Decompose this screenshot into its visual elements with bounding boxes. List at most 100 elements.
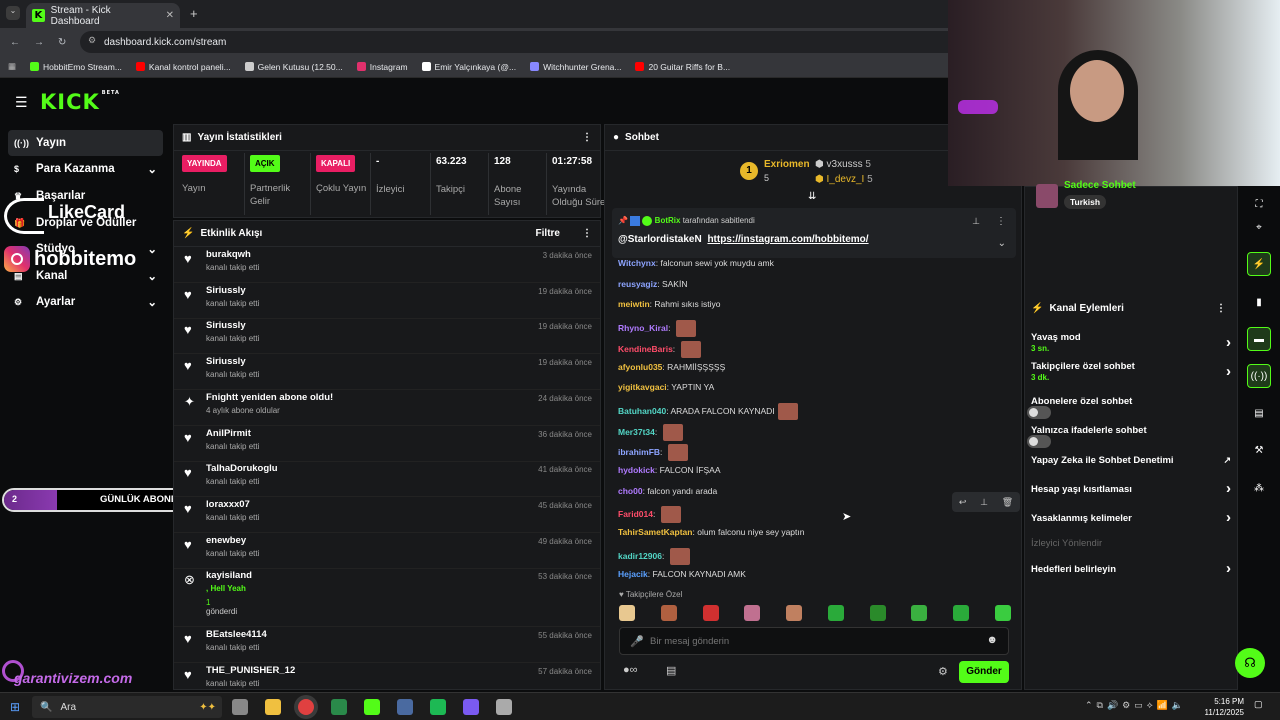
windows-start-icon[interactable]: ⊞: [10, 700, 20, 714]
tools-icon[interactable]: ⚒: [1247, 438, 1271, 462]
tab-close-icon[interactable]: ✕: [166, 10, 174, 21]
chat-message[interactable]: kadir12906:: [618, 547, 690, 565]
chat-username[interactable]: Batuhan040: [618, 406, 666, 416]
event-user[interactable]: kayisiland: [206, 570, 252, 581]
discord-icon[interactable]: [463, 699, 479, 715]
channel-action-item[interactable]: Takipçilere özel sohbet 3 dk. ›: [1031, 361, 1231, 382]
chat-message[interactable]: Rhyno_Kiral:: [618, 320, 696, 338]
chevron-down-icon[interactable]: ⌄: [147, 295, 157, 309]
chat-username[interactable]: Hejacik: [618, 569, 648, 579]
event-user[interactable]: Siriussly: [206, 356, 246, 367]
chevron-down-icon[interactable]: ⌄: [147, 162, 157, 176]
event-user[interactable]: AnilPirmit: [206, 428, 251, 439]
lightning-rail-icon[interactable]: ⚡: [1247, 252, 1271, 276]
leader-1-name[interactable]: Exriomen: [764, 159, 810, 170]
forward-icon[interactable]: →: [34, 37, 44, 48]
apps-grid-icon[interactable]: ▦: [8, 61, 16, 72]
activity-event[interactable]: ♥ Siriussly kanalı takip etti 19 dakika önc…: [174, 318, 600, 355]
bookmark-item[interactable]: HobbitEmo Stream...: [30, 62, 122, 72]
chat-username[interactable]: ibrahimFB: [618, 447, 660, 457]
quick-emote-icon[interactable]: [911, 605, 928, 621]
event-user[interactable]: Fnightt yeniden abone oldu!: [206, 392, 333, 403]
chat-message[interactable]: Batuhan040: ARADA FALCON KAYNADI: [618, 402, 798, 420]
chat-message[interactable]: KendineBaris:: [618, 340, 701, 358]
menu-hamburger-icon[interactable]: ☰: [15, 94, 28, 111]
microphone-icon[interactable]: 🎤: [630, 635, 644, 648]
tab-search-icon[interactable]: ⌄: [6, 6, 20, 20]
leader-3[interactable]: ⬢ I_devz_I 5: [815, 174, 873, 185]
pinned-expand-icon[interactable]: ⌄: [998, 238, 1006, 249]
chevron-right-icon[interactable]: ›: [1226, 334, 1231, 351]
chat-message[interactable]: Hejacik: FALCON KAYNADI AMK: [618, 569, 746, 579]
event-user[interactable]: loraxxx07: [206, 499, 250, 510]
channel-action-item[interactable]: Yalnızca ifadelerle sohbet: [1027, 425, 1231, 449]
chat-message[interactable]: cho00: falcon yandı arada: [618, 486, 717, 496]
activity-event[interactable]: ♥ Siriussly kanalı takip etti 19 dakika önc…: [174, 283, 600, 319]
emoji-icon[interactable]: ☻: [986, 634, 998, 646]
event-user[interactable]: Siriussly: [206, 285, 246, 296]
delete-icon[interactable]: 🗑: [1002, 497, 1013, 508]
file-explorer-icon[interactable]: [265, 699, 281, 715]
language-tag[interactable]: Turkish: [1064, 195, 1107, 209]
broadcast-rail-icon[interactable]: ((·)): [1247, 364, 1271, 388]
channel-action-item[interactable]: Abonelere özel sohbet: [1027, 396, 1231, 420]
new-tab-icon[interactable]: +: [190, 6, 198, 21]
chat-username[interactable]: cho00: [618, 486, 643, 496]
scroll-down-icon[interactable]: ⇊: [808, 191, 816, 202]
taskbar-search[interactable]: 🔍 Ara ✦✦: [32, 696, 222, 718]
chat-username[interactable]: yigitkavgaci: [618, 382, 667, 392]
bookmark-item[interactable]: Emir Yalçınkaya (@...: [421, 62, 516, 72]
activity-event[interactable]: ♥ loraxxx07 kanalı takip etti 45 dakika önc…: [174, 497, 600, 533]
quick-emote-icon[interactable]: [869, 605, 886, 621]
obs-icon[interactable]: [496, 699, 512, 715]
system-tray-icons[interactable]: ⌃⧉🔊⚙▭⟡📶🔈: [1085, 700, 1187, 711]
chat-settings-icon[interactable]: ⚙: [938, 665, 948, 678]
notification-icon[interactable]: ▢: [1254, 699, 1263, 710]
event-user[interactable]: BEatslee4114: [206, 629, 267, 640]
chat-message[interactable]: yigitkavgaci: YAPTIN YA: [618, 382, 714, 392]
channel-action-item[interactable]: Hesap yaşı kısıtlaması ›: [1031, 480, 1231, 497]
activity-event[interactable]: ♥ enewbey kanalı takip etti 49 dakika önce: [174, 533, 600, 569]
chat-username[interactable]: Witchynx: [618, 258, 656, 268]
bookmark-item[interactable]: Gelen Kutusu (12.50...: [244, 62, 343, 72]
layout-icon[interactable]: ▤: [1247, 401, 1271, 425]
back-icon[interactable]: ←: [10, 37, 20, 48]
activity-event[interactable]: ♥ AnilPirmit kanalı takip etti 36 dakika ön…: [174, 426, 600, 462]
pinned-link[interactable]: https://instagram.com/hobbitemo/: [707, 234, 868, 245]
chevron-right-icon[interactable]: ›: [1226, 509, 1231, 526]
xbox-icon[interactable]: [331, 699, 347, 715]
bookmark-item[interactable]: Witchhunter Grena...: [530, 62, 621, 72]
quick-emote-icon[interactable]: [994, 605, 1011, 621]
external-link-icon[interactable]: ↗: [1223, 455, 1231, 466]
reload-icon[interactable]: ↻: [58, 37, 66, 48]
activity-event[interactable]: ♥ Siriussly kanalı takip etti 19 dakika önc…: [174, 354, 600, 391]
chat-username[interactable]: kadir12906: [618, 551, 662, 561]
chevron-down-icon[interactable]: ⌄: [147, 242, 157, 256]
reply-icon[interactable]: ↩: [959, 497, 967, 508]
chevron-right-icon[interactable]: ›: [1226, 363, 1231, 380]
event-user[interactable]: burakqwh: [206, 249, 251, 260]
chat-message[interactable]: meiwtin: Rahmi sıkıs istiyo: [618, 299, 721, 309]
kick-app-icon[interactable]: [364, 699, 380, 715]
quick-emote-icon[interactable]: [827, 605, 844, 621]
send-button[interactable]: Gönder: [959, 661, 1009, 683]
sidebar-item-1[interactable]: $ Para Kazanma ⌄: [8, 156, 163, 182]
target-icon[interactable]: ⌖: [1247, 215, 1271, 239]
gift-shop-icon[interactable]: ▤: [666, 664, 676, 677]
quick-emote-icon[interactable]: [702, 605, 719, 621]
channel-action-item[interactable]: Yapay Zeka ile Sohbet Denetimi ↗: [1031, 455, 1231, 466]
toggle-switch[interactable]: [1027, 406, 1051, 419]
event-user[interactable]: THE_PUNISHER_12: [206, 665, 295, 676]
event-user[interactable]: Siriussly: [206, 320, 246, 331]
activity-event[interactable]: ✦ Fnightt yeniden abone oldu! 4 aylık abon…: [174, 390, 600, 426]
sidebar-item-6[interactable]: ⚙ Ayarlar ⌄: [8, 289, 163, 315]
chat-message[interactable]: Witchynx: falconun sewi yok muydu amk: [618, 258, 774, 268]
channel-action-item[interactable]: Yasaklanmış kelimeler ›: [1031, 509, 1231, 526]
chat-username[interactable]: KendineBaris: [618, 344, 673, 354]
pin-message-icon[interactable]: ⊥: [980, 497, 988, 508]
spotify-icon[interactable]: [430, 699, 446, 715]
leader-2[interactable]: ⬢ v3xusss 5: [815, 159, 871, 170]
chat-message[interactable]: hydokick: FALCON İFŞAA: [618, 465, 721, 475]
sidebar-item-0[interactable]: ((·)) Yayın: [8, 130, 163, 156]
chat-message[interactable]: Farid014:: [618, 506, 681, 524]
